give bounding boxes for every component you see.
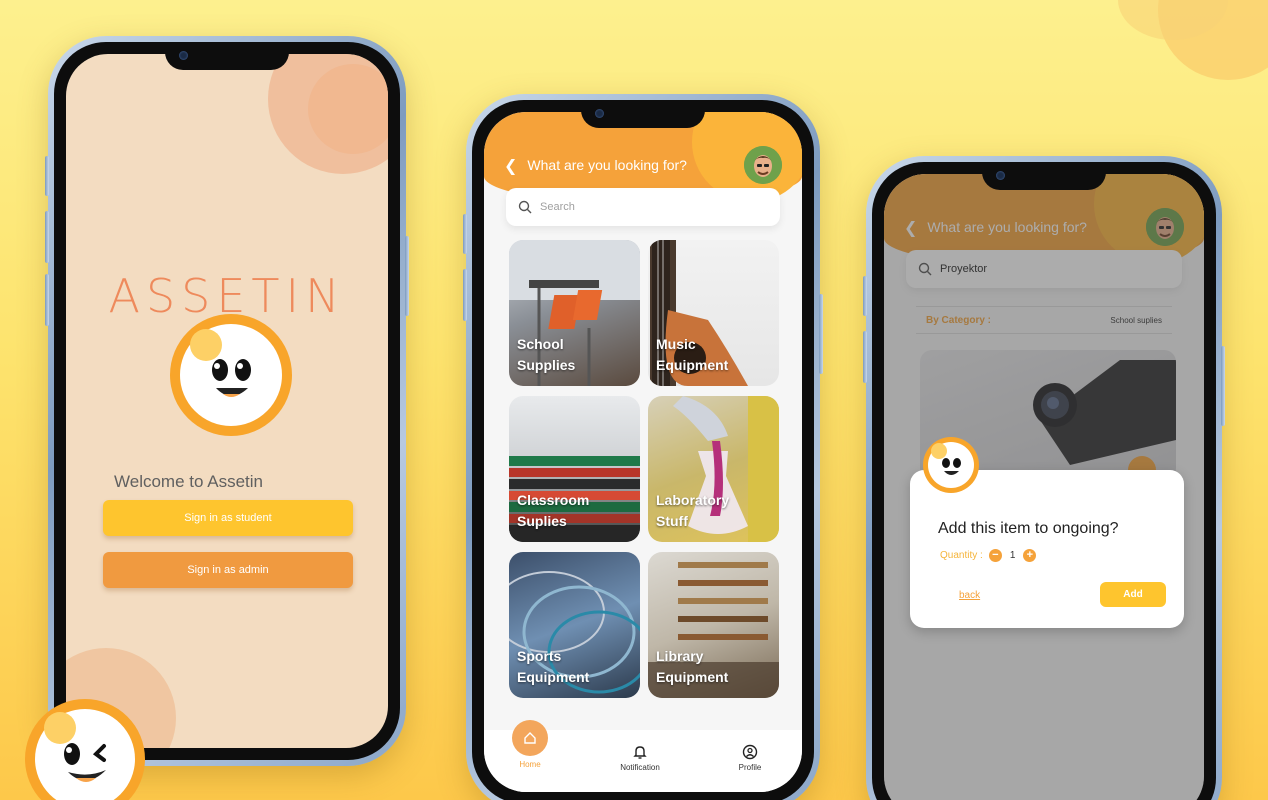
sign-in-student-button[interactable]: Sign in as student: [103, 500, 353, 536]
camera: [595, 109, 604, 118]
category-tile-sports-equipment[interactable]: Sports Equipment: [509, 552, 640, 698]
camera: [179, 51, 188, 60]
mascot-icon: [922, 436, 980, 494]
phone-bezel: ❮ What are you looking for?: [872, 162, 1216, 800]
nav-home[interactable]: Home: [510, 720, 550, 769]
add-item-screen: ❮ What are you looking for? Proyektor By…: [884, 174, 1204, 800]
add-item-dialog: Add this item to ongoing? Quantity : − 1…: [910, 437, 1184, 628]
tile-label: Sports Equipment: [517, 648, 590, 685]
home-icon-bg: [512, 720, 548, 756]
category-tile-school-supplies[interactable]: School Supplies: [509, 240, 640, 386]
nav-notification[interactable]: Notification: [610, 744, 670, 772]
phone-add-item: ❮ What are you looking for? Proyektor By…: [863, 156, 1225, 800]
side-button: [45, 211, 49, 263]
minus-icon[interactable]: −: [988, 549, 1002, 562]
back-link[interactable]: back: [959, 590, 980, 601]
category-tile-classroom-supplies[interactable]: Classroom Suplies: [509, 396, 640, 542]
back-chevron-icon[interactable]: ❮: [504, 156, 517, 175]
power-button: [1221, 346, 1225, 426]
sign-in-admin-button[interactable]: Sign in as admin: [103, 552, 353, 588]
phone-bezel: ASSETIN Welcome to Assetin Sign in as st…: [54, 42, 400, 760]
nav-notification-label: Notification: [620, 763, 660, 772]
search-icon: [518, 200, 532, 214]
side-button: [45, 274, 49, 326]
side-button: [463, 269, 467, 321]
nav-profile[interactable]: Profile: [730, 744, 770, 772]
tile-label: Music Equipment: [656, 336, 729, 373]
side-button: [45, 156, 49, 196]
camera: [996, 171, 1005, 180]
phone-login: ASSETIN Welcome to Assetin Sign in as st…: [45, 36, 409, 766]
nav-profile-label: Profile: [738, 763, 762, 772]
category-tile-library-equipment[interactable]: Library Equipment: [648, 552, 779, 698]
avatar[interactable]: [744, 146, 782, 184]
add-button[interactable]: Add: [1100, 582, 1166, 607]
power-button: [405, 236, 409, 316]
quantity-stepper: Quantity : − 1 +: [940, 549, 1037, 562]
screen-circle: [308, 64, 388, 154]
plus-icon[interactable]: +: [1023, 549, 1037, 562]
nav-home-label: Home: [519, 760, 541, 769]
tile-label: Library Equipment: [656, 648, 729, 685]
categories-screen: ❮ What are you looking for? Search Schoo…: [484, 112, 802, 792]
quantity-label: Quantity :: [940, 550, 983, 561]
notch: [581, 100, 705, 128]
bottom-nav: Home Notification Profile: [484, 720, 802, 792]
header-title: What are you looking for?: [527, 157, 687, 173]
category-tile-music-equipment[interactable]: Music Equipment: [648, 240, 779, 386]
category-tile-laboratory-stuff[interactable]: Laboratory Stuff: [648, 396, 779, 542]
bell-icon: [633, 746, 647, 759]
side-button: [863, 276, 867, 316]
login-screen: ASSETIN Welcome to Assetin Sign in as st…: [66, 54, 388, 748]
search-bar[interactable]: Search: [506, 188, 780, 226]
tile-label: School Supplies: [517, 336, 576, 373]
phone-bezel: ❮ What are you looking for?: [472, 100, 814, 800]
mascot-logo: [168, 312, 294, 438]
notch: [165, 42, 289, 70]
side-button: [463, 214, 467, 254]
notch: [982, 162, 1106, 190]
dialog-title: Add this item to ongoing?: [938, 520, 1119, 537]
tile-label: Classroom Suplies: [517, 492, 590, 529]
header-row: ❮ What are you looking for?: [504, 146, 782, 184]
phone-categories: ❮ What are you looking for? Search Schoo…: [463, 94, 823, 800]
power-button: [819, 294, 823, 374]
side-button: [863, 331, 867, 383]
profile-icon: [742, 744, 758, 760]
tile-label: Laboratory Stuff: [656, 492, 730, 529]
quantity-value: 1: [1009, 550, 1016, 561]
search-placeholder: Search: [540, 201, 575, 213]
home-icon: [524, 732, 536, 744]
corner-mascot: [24, 698, 146, 800]
welcome-text: Welcome to Assetin: [114, 472, 263, 491]
category-grid: School Supplies Music Equipment Classroo…: [509, 240, 779, 698]
